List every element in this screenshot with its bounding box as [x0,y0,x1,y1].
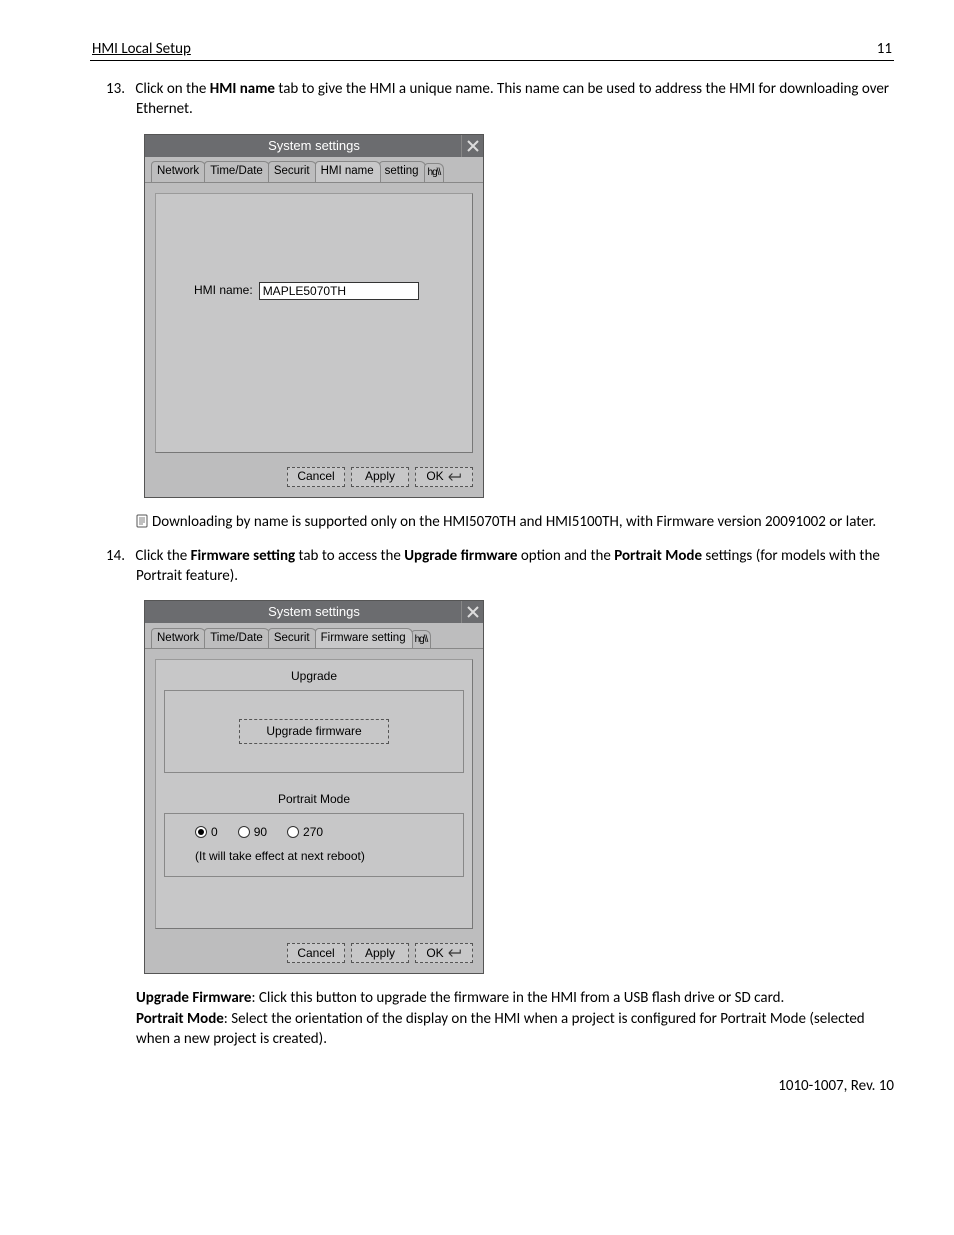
hmi-name-label: HMI name: [194,282,253,298]
b: Upgrade firmware [404,547,517,565]
ok-button[interactable]: OK [415,943,473,963]
apply-button[interactable]: Apply [351,467,409,487]
page-header-left: HMI Local Setup [92,40,191,58]
tab-time-date[interactable]: Time/Date [204,628,270,649]
close-icon [466,605,480,619]
tab-security[interactable]: Securit [268,161,317,182]
step-number: 14. [106,546,132,566]
portrait-radio-row: 0 90 270 [169,820,459,848]
step-13: 13. Click on the HMI name tab to give th… [136,79,894,532]
step-bold: HMI name [210,80,275,98]
tab-network[interactable]: Network [151,161,206,182]
radio-label: 0 [211,824,218,840]
btn-label: Cancel [297,945,334,961]
t: Click the [135,547,190,565]
tab-firmware-setting[interactable]: Firmware setting [315,628,413,650]
close-button[interactable] [461,601,483,623]
b: Firmware setting [191,547,296,565]
close-button[interactable] [461,135,483,157]
btn-label: Apply [365,945,395,961]
dialog-titlebar: System settings [145,601,483,623]
note-icon [136,514,148,528]
tab-bar: Network Time/Date Securit HMI name setti… [145,157,483,183]
b: Portrait Mode [614,547,702,565]
cancel-button[interactable]: Cancel [287,467,345,487]
system-settings-dialog-1: System settings Network Time/Date Securi… [144,134,484,498]
upgrade-section-title: Upgrade [164,668,464,684]
note-text: Downloading by name is supported only on… [152,513,876,531]
btn-label: Cancel [297,468,334,484]
reboot-note: (It will take effect at next reboot) [169,848,459,872]
portrait-section-title: Portrait Mode [164,791,464,807]
ok-button[interactable]: OK [415,467,473,487]
step-text-pre: Click on the [135,80,209,98]
tab-bar: Network Time/Date Securit Firmware setti… [145,623,483,649]
dialog-titlebar: System settings [145,135,483,157]
tab-panel: Upgrade Upgrade firmware Portrait Mode 0… [155,659,473,929]
btn-label: OK [426,945,443,961]
upgrade-panel: Upgrade firmware [164,690,464,772]
step-14: 14. Click the Firmware setting tab to ac… [136,546,894,1049]
description-block: Upgrade Firmware: Click this button to u… [136,988,894,1049]
enter-icon [448,472,462,482]
dialog-title: System settings [268,138,360,153]
system-settings-dialog-2: System settings Network Time/Date Securi… [144,600,484,974]
desc-bold-1: Upgrade Firmware [136,989,251,1007]
step-number: 13. [106,79,132,99]
tab-scroll-icon[interactable]: hg\\ [424,163,445,182]
dialog-body: HMI name: [145,183,483,459]
upgrade-firmware-button[interactable]: Upgrade firmware [239,719,389,743]
button-row: Cancel Apply OK [145,935,483,973]
radio-270[interactable]: 270 [287,824,323,840]
tab-security[interactable]: Securit [268,628,317,649]
btn-label: Apply [365,468,395,484]
close-icon [466,139,480,153]
apply-button[interactable]: Apply [351,943,409,963]
radio-90[interactable]: 90 [238,824,267,840]
hmi-name-input[interactable] [259,282,419,300]
dialog-title: System settings [268,604,360,619]
cancel-button[interactable]: Cancel [287,943,345,963]
tab-setting[interactable]: setting [379,161,426,182]
desc-text-1: : Click this button to upgrade the firmw… [251,989,784,1007]
radio-0[interactable]: 0 [195,824,218,840]
tab-time-date[interactable]: Time/Date [204,161,270,182]
desc-text-2: : Select the orientation of the display … [136,1010,865,1048]
tab-panel: HMI name: [155,193,473,453]
tab-hmi-name[interactable]: HMI name [315,161,381,183]
enter-icon [448,948,462,958]
tab-scroll-icon[interactable]: hg\\ [411,630,432,649]
radio-label: 90 [254,824,267,840]
btn-label: OK [426,468,443,484]
note: Downloading by name is supported only on… [136,512,894,532]
page-number: 11 [877,40,892,58]
page-header: HMI Local Setup 11 [90,40,894,61]
t: tab to access the [295,547,404,565]
footer-doc-code: 1010-1007, Rev. 10 [90,1077,894,1095]
portrait-panel: 0 90 270 (It will take effect at next re… [164,813,464,877]
desc-bold-2: Portrait Mode [136,1010,224,1028]
button-row: Cancel Apply OK [145,459,483,497]
tab-network[interactable]: Network [151,628,206,649]
dialog-body: Upgrade Upgrade firmware Portrait Mode 0… [145,649,483,935]
radio-label: 270 [303,824,323,840]
t: option and the [517,547,614,565]
